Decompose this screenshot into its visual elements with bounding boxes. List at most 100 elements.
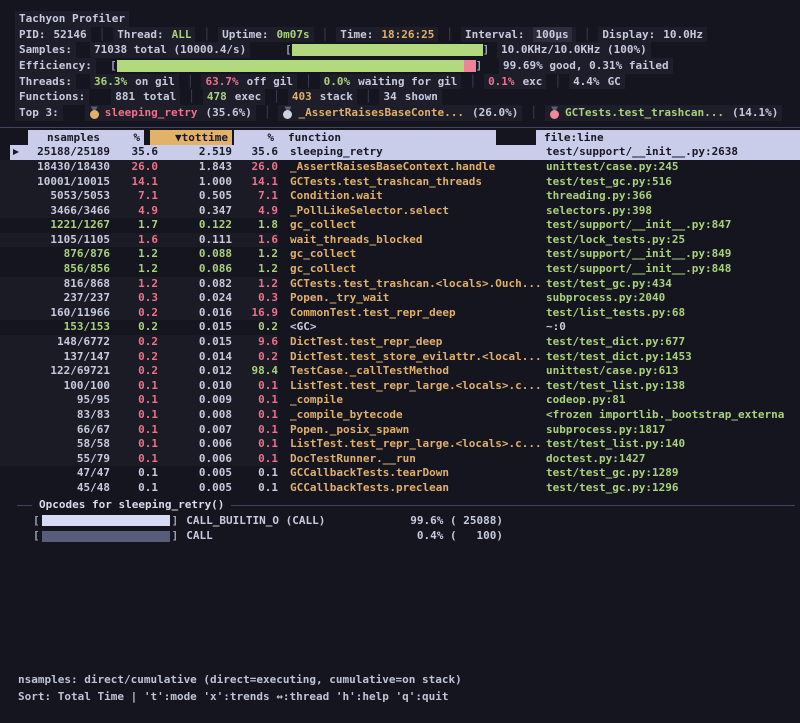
cell-p2: 0.1 <box>232 481 278 496</box>
efficiency-good-fill <box>117 60 464 72</box>
cell-p2: 14.1 <box>232 175 278 190</box>
cell-fn: ListTest.test_repr_large.<locals>.c... <box>278 379 546 394</box>
cell-tt: 0.016 <box>158 306 232 321</box>
table-row[interactable]: 100/1000.10.0100.1ListTest.test_repr_lar… <box>0 379 800 394</box>
cell-tt: 1.000 <box>158 175 232 190</box>
divider-segment <box>231 505 795 506</box>
table-row[interactable]: 66/670.10.0070.1Popen._posix_spawnsubpro… <box>0 423 800 438</box>
table-row[interactable]: 122/697210.20.01298.4TestCase._callTestM… <box>0 364 800 379</box>
table-row[interactable]: 1105/11051.60.1111.6wait_threads_blocked… <box>0 233 800 248</box>
cell-ns: 100/100 <box>0 379 110 394</box>
column-header-file-line[interactable]: file:line <box>536 130 800 146</box>
table-row[interactable]: 47/470.10.0050.1GCCallbackTests.tearDown… <box>0 466 800 481</box>
table-row[interactable]: 876/8761.20.0881.2gc_collecttest/support… <box>0 247 800 262</box>
time-chip: Time:18:26:25 <box>336 27 438 43</box>
table-row[interactable]: 58/580.10.0060.1ListTest.test_repr_large… <box>0 437 800 452</box>
cell-p2: 98.4 <box>232 364 278 379</box>
cell-fl: ~:0 <box>546 320 566 335</box>
top3-item-1[interactable]: sleeping_retry(35.6%) <box>85 105 256 121</box>
cell-fl: selectors.py:398 <box>546 204 652 219</box>
column-header-function[interactable]: function <box>282 130 496 146</box>
table-row[interactable]: 816/8681.20.0821.2GCTests.test_trashcan.… <box>0 277 800 292</box>
table-row[interactable]: 160/119660.20.01616.9CommonTest.test_rep… <box>0 306 800 321</box>
cell-ns: 95/95 <box>0 393 110 408</box>
cell-fn: DictTest.test_repr_deep <box>278 335 546 350</box>
table-row[interactable]: 3466/34664.90.3474.9_PollLikeSelector.se… <box>0 204 800 219</box>
cell-tt: 0.014 <box>158 350 232 365</box>
cell-p1: 0.2 <box>110 320 158 335</box>
cell-ns: 45/48 <box>0 481 110 496</box>
column-header-tottime-sorted[interactable]: ▼tottime <box>150 130 232 146</box>
cell-ns: 3466/3466 <box>0 204 110 219</box>
table-row[interactable]: 856/8561.20.0861.2gc_collecttest/support… <box>0 262 800 277</box>
efficiency-label: Efficiency: <box>15 58 96 74</box>
table-row[interactable]: 153/1530.20.0150.2<GC>~:0 <box>0 320 800 335</box>
cell-ns: 137/147 <box>0 350 110 365</box>
cell-tt: 2.519 <box>158 145 232 160</box>
app-title: Tachyon Profiler <box>15 11 129 27</box>
cell-fn: DictTest.test_store_evilattr.<local... <box>278 350 546 365</box>
cell-fl: test/support/__init__.py:849 <box>546 247 731 262</box>
cell-tt: 0.008 <box>158 408 232 423</box>
table-header-row: nsamples % ▼tottime % function file:line <box>0 130 800 146</box>
table-row[interactable]: 237/2370.30.0240.3Popen._try_waitsubproc… <box>0 291 800 306</box>
table-row[interactable]: 5053/50537.10.5057.1Condition.waitthread… <box>0 189 800 204</box>
table-row[interactable]: 95/950.10.0090.1_compilecodeop.py:81 <box>0 393 800 408</box>
table-row[interactable]: 137/1470.20.0140.2DictTest.test_store_ev… <box>0 350 800 365</box>
cell-ns: 83/83 <box>0 408 110 423</box>
column-header-percent-2[interactable]: % <box>234 130 282 146</box>
threads-line: Threads: 36.3%on gil │ 63.7%off gil │ 0.… <box>15 74 800 90</box>
threads-label: Threads: <box>15 74 76 90</box>
cell-fl: test/support/__init__.py:847 <box>546 218 731 233</box>
cell-p2: 35.6 <box>232 145 278 160</box>
table-row[interactable]: 55/790.10.0060.1DocTestRunner.__rundocte… <box>0 452 800 467</box>
cell-fl: test/support/__init__.py:848 <box>546 262 731 277</box>
cell-p1: 4.9 <box>110 204 158 219</box>
cell-fn: <GC> <box>278 320 546 335</box>
column-header-percent-1[interactable]: % <box>104 130 144 146</box>
cell-p2: 0.1 <box>232 466 278 481</box>
cell-p1: 0.1 <box>110 379 158 394</box>
samples-bar: [ ] <box>285 42 489 58</box>
top3-item-2[interactable]: _AssertRaisesBaseConte...(26.0%) <box>278 105 522 121</box>
cell-tt: 0.009 <box>158 393 232 408</box>
thread-chip[interactable]: Thread:ALL <box>113 27 195 43</box>
status-line: PID:52146 │ Thread:ALL │ Uptime:0m07s │ … <box>15 27 800 43</box>
top3-item-3[interactable]: GCTests.test_trashcan...(14.1%) <box>545 105 782 121</box>
table-row[interactable]: 1221/12671.70.1221.8gc_collecttest/suppo… <box>0 218 800 233</box>
cell-tt: 0.010 <box>158 379 232 394</box>
bracket: ] <box>483 42 490 58</box>
table-row[interactable]: 10001/1001514.11.00014.1GCTests.test_tra… <box>0 175 800 190</box>
table-row[interactable]: 25188/2518935.62.51935.6sleeping_retryte… <box>0 145 800 160</box>
cell-p1: 0.2 <box>110 350 158 365</box>
cell-p1: 0.3 <box>110 291 158 306</box>
cell-fn: GCTests.test_trashcan_threads <box>278 175 546 190</box>
waiting-gil-stat: 0.0%waiting for gil <box>320 74 462 90</box>
table-row[interactable]: 18430/1843026.01.84326.0_AssertRaisesBas… <box>0 160 800 175</box>
cell-fl: subprocess.py:1817 <box>546 423 665 438</box>
cell-fn: sleeping_retry <box>278 145 546 160</box>
cell-tt: 0.505 <box>158 189 232 204</box>
table-row[interactable]: 148/67720.20.0159.6DictTest.test_repr_de… <box>0 335 800 350</box>
efficiency-failed-fill <box>464 60 476 72</box>
cell-fn: DocTestRunner.__run <box>278 452 546 467</box>
efficiency-bar: [ ] <box>110 58 482 74</box>
column-header-nsamples[interactable]: nsamples <box>28 130 106 146</box>
separator: │ <box>265 89 288 105</box>
cell-fl: test/test_dict.py:677 <box>546 335 685 350</box>
functions-line: Functions: 881total │ 478exec │ 403stack… <box>15 89 800 105</box>
cell-p1: 1.2 <box>110 262 158 277</box>
cell-p1: 7.1 <box>110 189 158 204</box>
separator: │ <box>438 27 461 43</box>
table-row[interactable]: 83/830.10.0080.1_compile_bytecode<frozen… <box>0 408 800 423</box>
bronze-medal-icon <box>550 106 559 119</box>
cell-p2: 0.1 <box>232 452 278 467</box>
table-row[interactable]: 45/480.10.0050.1GCCallbackTests.preclean… <box>0 481 800 496</box>
gold-medal-icon <box>90 106 99 119</box>
cell-tt: 0.111 <box>158 233 232 248</box>
cell-fl: test/test_gc.py:1289 <box>546 466 678 481</box>
bracket: ] <box>476 58 483 74</box>
cell-fn: _AssertRaisesBaseContext.handle <box>278 160 546 175</box>
functions-stack: 403stack <box>288 89 357 105</box>
cell-fn: _compile <box>278 393 546 408</box>
